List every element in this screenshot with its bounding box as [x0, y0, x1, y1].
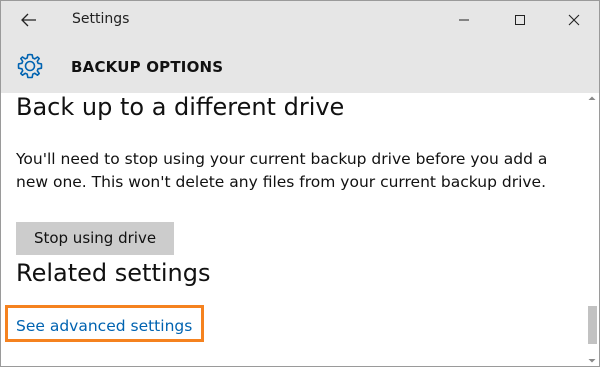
close-button[interactable]	[549, 1, 599, 39]
back-arrow-icon	[21, 13, 36, 27]
chevron-up-icon	[588, 96, 596, 100]
settings-window: Settings BACKUP OPTIONS Back up to a dif…	[0, 0, 600, 367]
section-description: You'll need to stop using your current b…	[16, 150, 548, 191]
title-bar: Settings	[1, 1, 599, 39]
page-title: BACKUP OPTIONS	[71, 58, 224, 76]
maximize-icon	[515, 15, 525, 25]
window-title: Settings	[72, 11, 130, 27]
minimize-icon	[459, 19, 469, 21]
scroll-up-button[interactable]	[585, 93, 599, 103]
stop-using-drive-button[interactable]: Stop using drive	[16, 222, 174, 255]
chevron-down-icon	[588, 359, 596, 363]
section-heading: Back up to a different drive	[16, 93, 345, 121]
back-button[interactable]	[1, 1, 57, 39]
close-icon	[568, 14, 580, 26]
advanced-settings-link[interactable]: See advanced settings	[16, 317, 192, 335]
minimize-button[interactable]	[439, 1, 489, 39]
scroll-down-button[interactable]	[585, 356, 599, 366]
page-header: BACKUP OPTIONS	[1, 39, 599, 93]
maximize-button[interactable]	[495, 1, 545, 39]
content-area: Back up to a different drive You'll need…	[1, 93, 585, 366]
gear-icon	[17, 53, 43, 79]
scroll-thumb[interactable]	[588, 306, 597, 344]
related-settings-heading: Related settings	[16, 259, 211, 287]
scrollbar[interactable]	[585, 93, 599, 366]
